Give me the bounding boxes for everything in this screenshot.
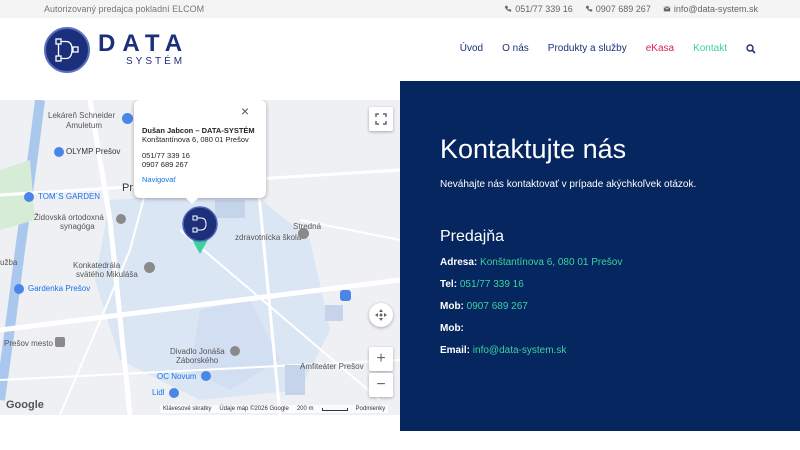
contact-row-address: Adresa: Konštantínova 6, 080 01 Prešov [440, 257, 800, 268]
contact-panel: Kontaktujte nás Neváhajte nás kontaktova… [400, 81, 800, 431]
contact-row-mob: Mob: 0907 689 267 [440, 301, 800, 312]
nav-ekasa[interactable]: eKasa [646, 43, 674, 54]
nav-kontakt[interactable]: Kontakt [693, 43, 727, 54]
nav-o-nas[interactable]: O nás [502, 43, 529, 54]
contact-title: Kontaktujte nás [440, 134, 627, 164]
terms-link[interactable]: Podmienky [356, 406, 386, 412]
scale-bar [321, 407, 348, 411]
keyboard-shortcuts-link[interactable]: Klávesové skratky [163, 406, 211, 412]
mall-icon[interactable] [201, 371, 211, 381]
poi-divadlo-1: Divadlo Jonáša [170, 347, 225, 356]
map-info-window: × Dušan Jabcon – DATA-SYSTÉM Konštantíno… [134, 100, 266, 198]
logo[interactable]: DATA SYSTÉM [44, 27, 189, 73]
popup-phone2: 0907 689 267 [142, 160, 188, 169]
store-heading: Predajňa [440, 228, 505, 245]
theater-icon[interactable] [230, 346, 240, 356]
poi-zdravotnicka: zdravotnícka škola [235, 233, 302, 242]
top-contacts: 051/77 339 16 0907 689 267 info@data-sys… [504, 4, 758, 14]
contact-row-tel: Tel: 051/77 339 16 [440, 279, 800, 290]
pan-control[interactable] [369, 303, 393, 327]
top-email[interactable]: info@data-system.sk [663, 4, 758, 14]
contact-subtitle: Neváhajte nás kontaktovať v prípade akýc… [440, 179, 697, 190]
nav-produkty[interactable]: Produkty a služby [548, 43, 627, 54]
row-label: Mob: [440, 301, 464, 312]
envelope-icon [663, 6, 671, 12]
store-icon[interactable] [169, 388, 179, 398]
scale-text[interactable]: 200 m [297, 406, 314, 412]
poi-uzba: užba [0, 258, 18, 267]
logo-big: DATA [98, 30, 190, 57]
zoom-in-button[interactable]: + [369, 347, 393, 371]
location-marker-icon[interactable] [181, 206, 219, 256]
nav-uvod[interactable]: Úvod [460, 43, 483, 54]
poi-presov-partial: Pr [122, 182, 133, 194]
church-icon[interactable] [144, 262, 155, 273]
popup-tail [186, 198, 198, 204]
zoom-out-button[interactable]: − [369, 373, 393, 397]
row-label: Email: [440, 345, 471, 356]
tel-value[interactable]: 051/77 339 16 [460, 279, 524, 290]
fullscreen-button[interactable] [369, 107, 393, 131]
school-icon[interactable] [298, 228, 309, 239]
shop-icon[interactable] [54, 147, 64, 157]
google-map[interactable]: Lekáreň Schneider Amuletum OLYMP Prešov … [0, 100, 400, 415]
main-nav: Úvod O nás Produkty a služby eKasa Konta… [460, 43, 756, 54]
top-phone2-text: 0907 689 267 [595, 4, 651, 14]
map-data-text: Údaje máp ©2026 Google [219, 406, 289, 412]
map-footer: Klávesové skratky Údaje máp ©2026 Google… [160, 405, 389, 413]
fullscreen-icon [375, 113, 387, 125]
top-phone1[interactable]: 051/77 339 16 [504, 4, 573, 14]
close-icon[interactable]: × [241, 104, 249, 118]
move-icon [375, 309, 387, 321]
cart-icon[interactable] [24, 192, 34, 202]
phone-icon [505, 5, 512, 12]
top-phone1-text: 051/77 339 16 [515, 4, 573, 14]
search-icon[interactable] [746, 43, 756, 54]
site-header: DATA SYSTÉM Úvod O nás Produkty a služby… [0, 18, 800, 81]
top-email-text: info@data-system.sk [673, 4, 758, 14]
tagline: Autorizovaný predajca pokladní ELCOM [44, 4, 205, 14]
synagogue-icon[interactable] [116, 214, 126, 224]
poi-amuletum[interactable]: Amuletum [66, 121, 102, 130]
logo-mark [44, 27, 90, 73]
popup-navigate-link[interactable]: Navigovať [142, 175, 258, 184]
poi-synagoga-1: Židovská ortodoxná [34, 213, 104, 222]
logo-small: SYSTÉM [126, 56, 186, 67]
poi-konkatedrala: Konkatedrála [73, 261, 121, 270]
poi-mikulasa: svätého Mikuláša [76, 270, 138, 279]
top-bar: Autorizovaný predajca pokladní ELCOM 051… [0, 0, 800, 18]
poi-amfiteater: Amfiteáter Prešov [300, 362, 364, 371]
logo-wordmark: DATA SYSTÉM [98, 32, 189, 68]
contact-row-mob2: Mob: [440, 323, 800, 334]
poi-lidl[interactable]: Lidl [152, 388, 164, 397]
address-value[interactable]: Konštantínova 6, 080 01 Prešov [480, 257, 622, 268]
pharmacy-icon[interactable] [122, 113, 133, 124]
poi-lekaren[interactable]: Lekáreň Schneider [48, 111, 115, 120]
email-value[interactable]: info@data-system.sk [473, 345, 567, 356]
popup-title: Dušan Jabcon – DATA-SYSTÉM [142, 126, 255, 135]
transit-icon[interactable] [55, 337, 65, 347]
poi-synagoga-2: synagóga [60, 222, 95, 231]
popup-phone1: 051/77 339 16 [142, 151, 190, 160]
poi-divadlo-2: Záborského [176, 356, 219, 365]
row-label: Tel: [440, 279, 458, 290]
google-logo: Google [6, 399, 44, 411]
poi-olymp[interactable]: OLYMP Prešov [66, 147, 120, 156]
top-phone2[interactable]: 0907 689 267 [585, 4, 651, 14]
row-label: Adresa: [440, 257, 478, 268]
contact-row-email: Email: info@data-system.sk [440, 345, 800, 356]
poi-toms-garden[interactable]: TOM´S GARDEN [38, 192, 100, 201]
shop-icon[interactable] [14, 284, 24, 294]
mob-value[interactable]: 0907 689 267 [467, 301, 528, 312]
phone-icon [585, 5, 592, 12]
poi-gardenka[interactable]: Gardenka Prešov [28, 284, 90, 293]
poi-oc-novum[interactable]: OC Novum [157, 372, 197, 381]
row-label: Mob: [440, 323, 464, 334]
hospital-icon[interactable] [340, 290, 351, 301]
poi-presov-mesto: Prešov mesto [4, 339, 53, 348]
popup-address: Konštantínova 6, 080 01 Prešov [142, 135, 249, 144]
